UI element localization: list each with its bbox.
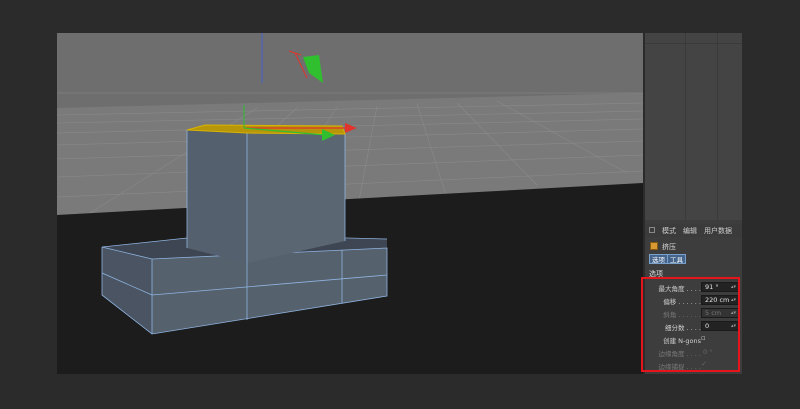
menu-mode[interactable]: 模式 [662, 226, 676, 236]
attribute-tabs: 选项 工具 [645, 254, 742, 265]
object-name: 挤压 [662, 243, 676, 251]
menu-edit[interactable]: 编辑 [683, 226, 697, 236]
object-title-row: 挤压 [645, 240, 742, 253]
viewport-scene [57, 33, 643, 374]
object-manager-area[interactable] [645, 33, 742, 220]
tab-options[interactable]: 选项 [649, 254, 668, 264]
grip-icon[interactable] [649, 227, 655, 233]
attribute-menubar: 模式 编辑 用户数据 [645, 224, 742, 237]
tower-left-face[interactable] [187, 130, 247, 263]
3d-viewport[interactable] [57, 33, 643, 374]
menu-user-data[interactable]: 用户数据 [704, 226, 732, 236]
tab-tools[interactable]: 工具 [667, 254, 686, 264]
tower-right-face[interactable] [247, 133, 345, 263]
highlight-box [641, 277, 740, 372]
extrude-icon [650, 242, 658, 250]
